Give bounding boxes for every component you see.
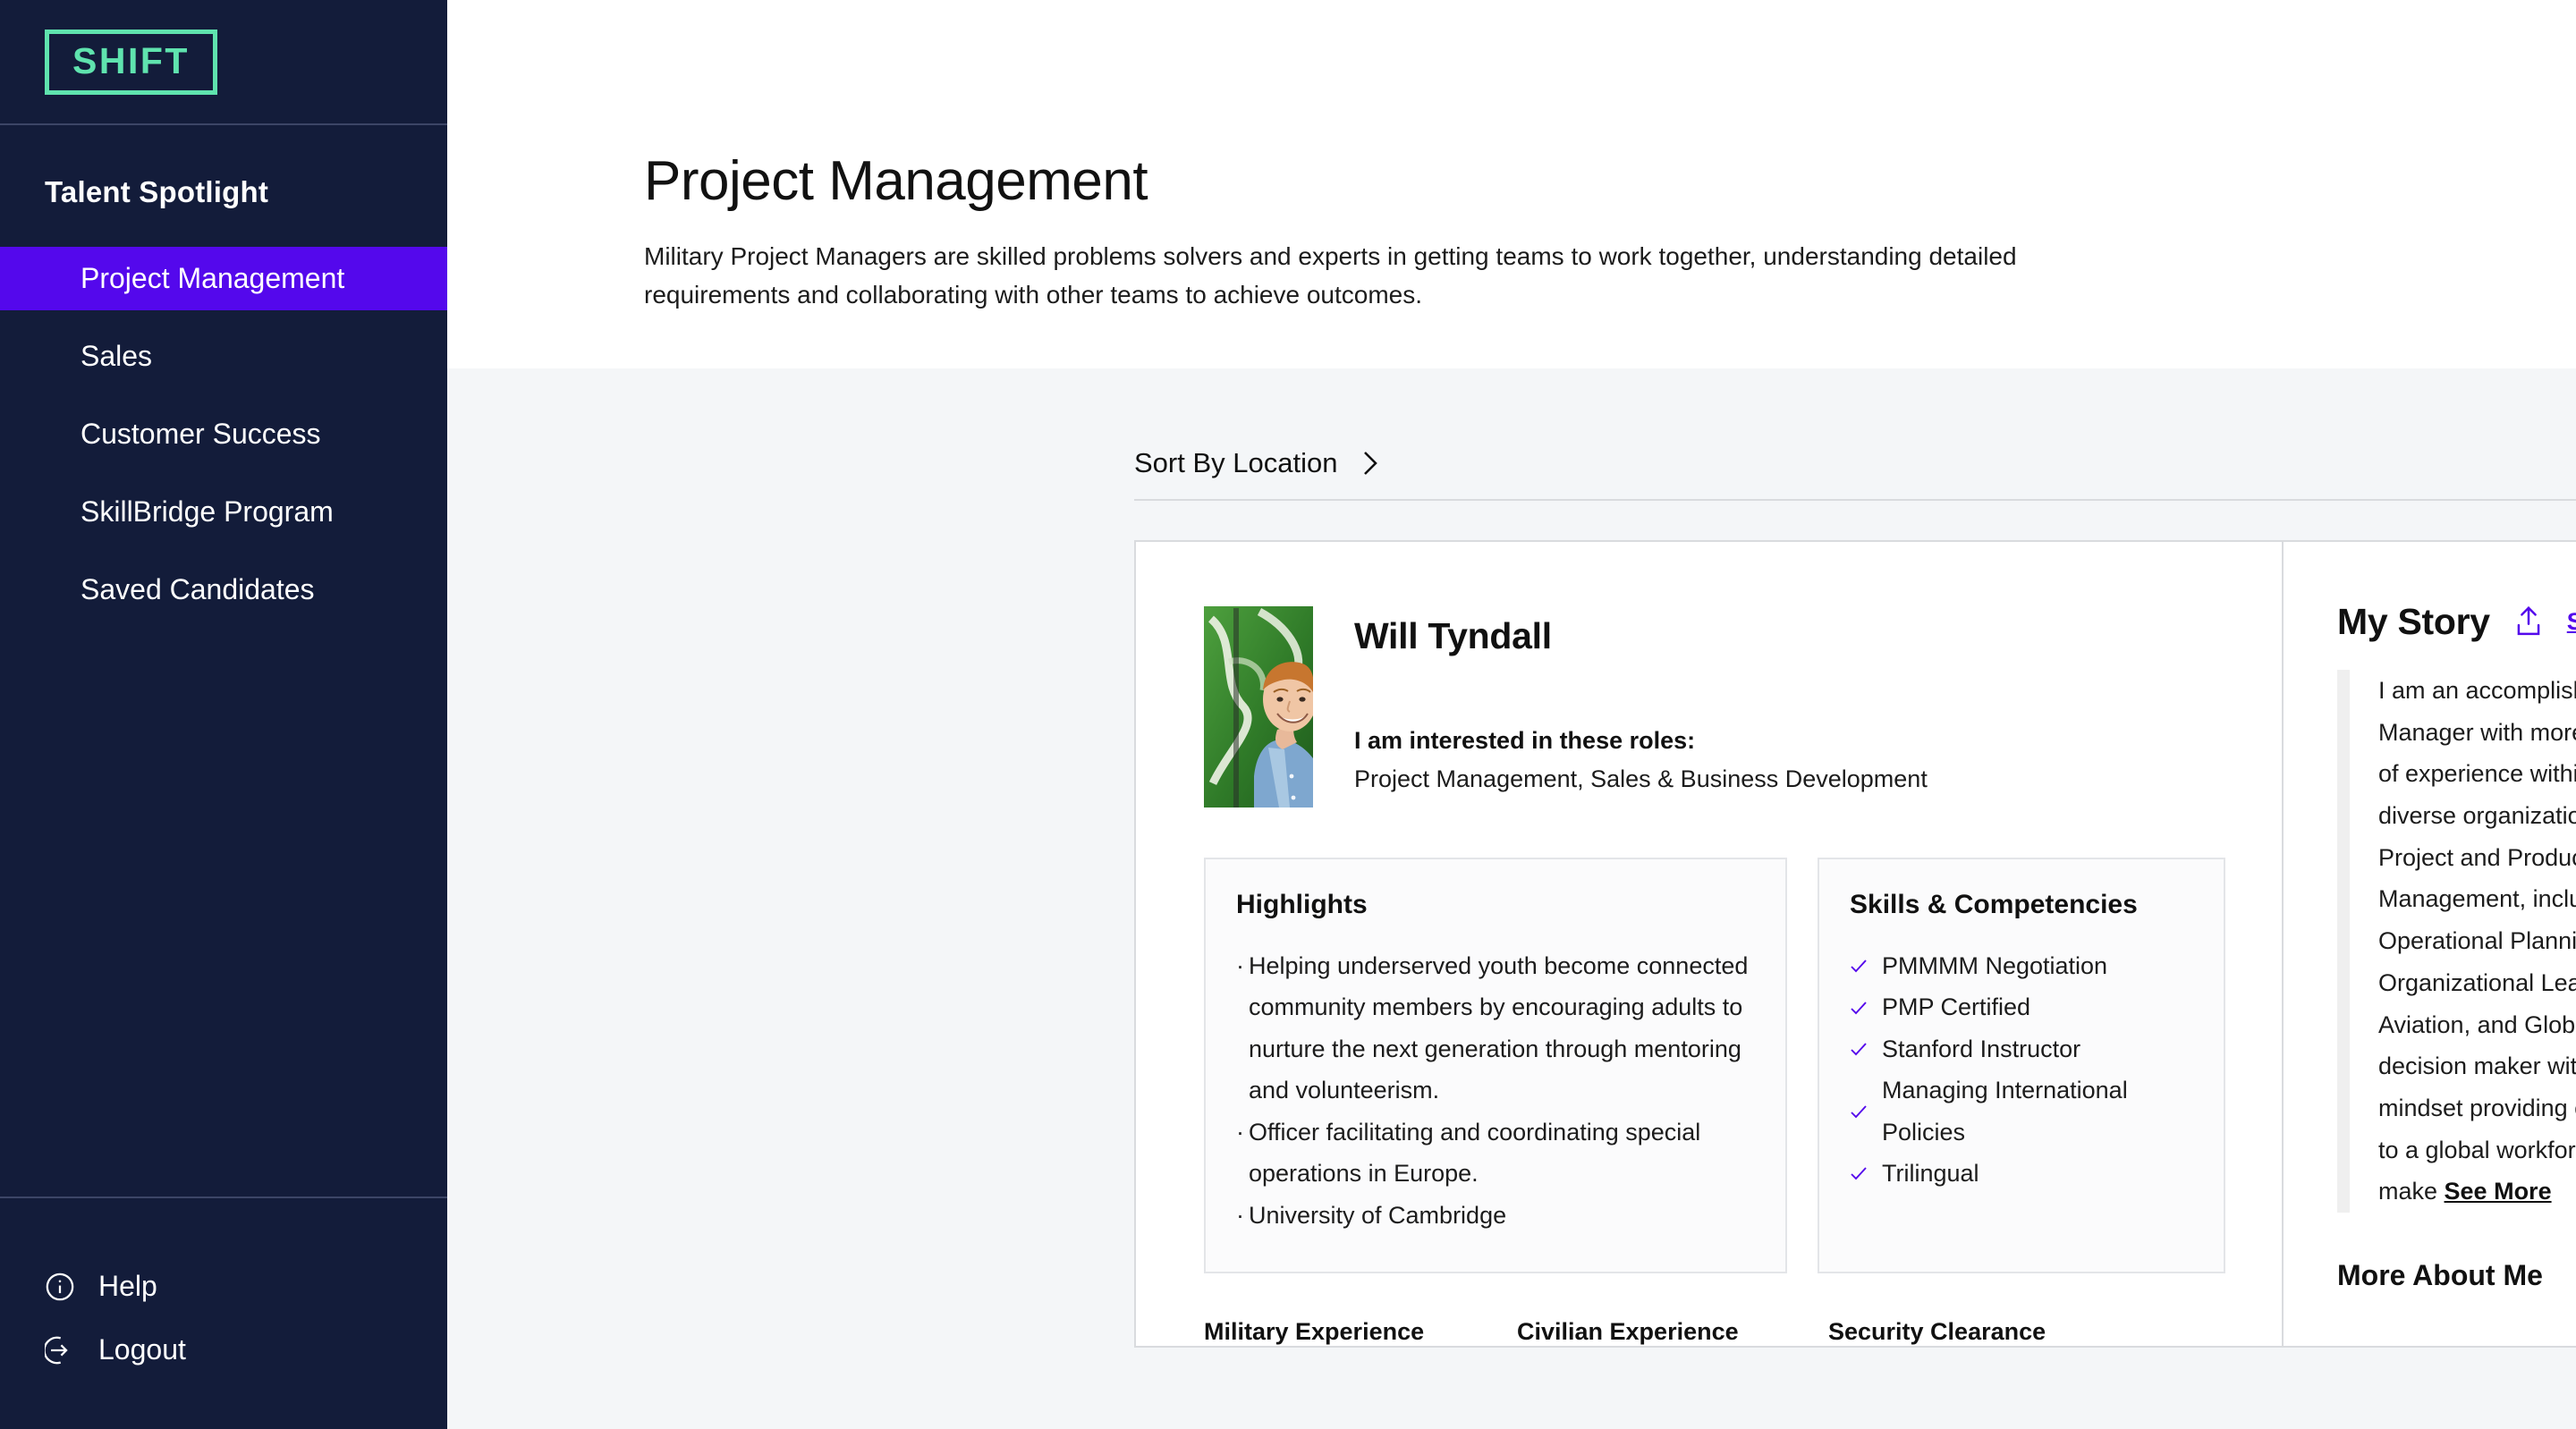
logout-label: Logout	[98, 1333, 186, 1366]
logo-block: SHIFT	[0, 0, 447, 125]
sidebar-footer: Help Logout	[0, 1196, 447, 1429]
list-item: Trilingual	[1850, 1153, 2190, 1194]
app-root: SHIFT Talent Spotlight Project Managemen…	[0, 0, 2576, 1429]
check-icon	[1850, 1164, 1868, 1182]
experience-columns: Military Experience Civilian Experience …	[1204, 1318, 2228, 1346]
bullet-dot-icon: ·	[1236, 951, 1244, 979]
my-story-text-wrapper: I am an accomplished Project Manager wit…	[2378, 670, 2576, 1213]
content-area: Sort By Location Will Tyndall I am inter…	[447, 368, 2576, 1429]
list-item: · Helping underserved youth become conne…	[1236, 945, 1751, 1112]
profile-header: Will Tyndall I am interested in these ro…	[1204, 605, 2228, 808]
sidebar-item-saved-candidates[interactable]: Saved Candidates	[0, 558, 447, 621]
list-item: Stanford Instructor	[1850, 1028, 2190, 1070]
roles-value: Project Management, Sales & Business Dev…	[1354, 765, 1928, 792]
military-experience-header: Military Experience	[1204, 1317, 1425, 1345]
help-label: Help	[98, 1270, 157, 1302]
panels-row: Highlights · Helping underserved youth b…	[1204, 857, 2228, 1273]
check-icon	[1850, 1103, 1868, 1120]
page-description: Military Project Managers are skilled pr…	[644, 242, 2017, 309]
skills-list: PMMMM Negotiation PMP Certified Stanford…	[1850, 945, 2190, 1195]
avatar	[1204, 605, 1313, 808]
security-clearance-column: Security Clearance	[1828, 1318, 2150, 1346]
check-icon	[1850, 1040, 1868, 1058]
bullet-dot-icon: ·	[1236, 1201, 1244, 1229]
security-clearance-header: Security Clearance	[1828, 1317, 2046, 1345]
logout-arrow-icon	[45, 1335, 75, 1366]
sidebar-item-project-management[interactable]: Project Management	[0, 247, 447, 310]
roles-label: I am interested in these roles:	[1354, 726, 1696, 754]
page-title: Project Management	[644, 150, 1148, 212]
candidate-card: Will Tyndall I am interested in these ro…	[1134, 539, 2576, 1348]
skill-text: Managing International Policies	[1882, 1077, 2128, 1146]
share-upload-icon[interactable]	[2513, 605, 2544, 638]
sidebar-item-sales[interactable]: Sales	[0, 325, 447, 388]
page-header: Project Management Military Project Mana…	[447, 0, 2576, 368]
logo-text: SHIFT	[72, 39, 190, 81]
info-circle-icon	[45, 1272, 75, 1302]
list-item: PMMMM Negotiation	[1850, 945, 2190, 986]
my-story-title: My Story	[2337, 600, 2490, 642]
check-icon	[1850, 957, 1868, 975]
highlight-text: Officer facilitating and coordinating sp…	[1249, 1118, 1701, 1188]
my-story-header: My Story Share	[2337, 601, 2576, 643]
my-story-text: I am an accomplished Project Manager wit…	[2378, 676, 2576, 1205]
sidebar-item-skillbridge-program[interactable]: SkillBridge Program	[0, 480, 447, 544]
help-button[interactable]: Help	[45, 1261, 447, 1312]
my-story-panel: My Story Share I am an accomplished Proj…	[2282, 541, 2576, 1346]
see-more-link[interactable]: See More	[2445, 1178, 2552, 1205]
skill-text: PMMMM Negotiation	[1882, 951, 2108, 979]
list-item: PMP Certified	[1850, 986, 2190, 1027]
sidebar-nav-list: Project Management Sales Customer Succes…	[0, 247, 447, 621]
skills-panel: Skills & Competencies PMMMM Negotiation	[1818, 857, 2225, 1273]
sort-by-location-label: Sort By Location	[1134, 446, 1338, 478]
sidebar-item-customer-success[interactable]: Customer Success	[0, 402, 447, 466]
highlights-panel: Highlights · Helping underserved youth b…	[1204, 857, 1787, 1273]
chevron-right-icon[interactable]	[1362, 450, 1378, 477]
civilian-experience-column: Civilian Experience	[1517, 1318, 1828, 1346]
more-about-me-heading: More About Me	[2337, 1259, 2543, 1292]
highlight-text: University of Cambridge	[1249, 1201, 1507, 1229]
sidebar-section-title: Talent Spotlight	[45, 175, 269, 208]
share-button[interactable]: Share	[2567, 608, 2576, 636]
skill-text: Stanford Instructor	[1882, 1035, 2081, 1062]
civilian-experience-header: Civilian Experience	[1517, 1317, 1739, 1345]
sort-by-location-control[interactable]: Sort By Location	[1134, 447, 2576, 501]
skills-title: Skills & Competencies	[1850, 889, 2138, 919]
check-icon	[1850, 999, 1868, 1017]
bullet-dot-icon: ·	[1236, 1118, 1244, 1146]
candidate-details: Will Tyndall I am interested in these ro…	[1136, 542, 2282, 1346]
military-experience-column: Military Experience	[1204, 1318, 1517, 1346]
candidate-name: Will Tyndall	[1354, 614, 1552, 656]
logout-button[interactable]: Logout	[45, 1324, 447, 1375]
main-content: Project Management Military Project Mana…	[447, 0, 2576, 1429]
skill-text: Trilingual	[1882, 1160, 1979, 1188]
list-item: · University of Cambridge	[1236, 1195, 1751, 1236]
highlights-list: · Helping underserved youth become conne…	[1236, 945, 1751, 1236]
profile-meta: Will Tyndall I am interested in these ro…	[1354, 606, 1928, 808]
my-story-body: I am an accomplished Project Manager wit…	[2337, 669, 2576, 1213]
shift-logo[interactable]: SHIFT	[45, 29, 217, 95]
highlight-text: Helping underserved youth become connect…	[1249, 951, 1749, 1104]
skill-text: PMP Certified	[1882, 994, 2031, 1021]
highlights-title: Highlights	[1236, 889, 1368, 919]
sidebar: SHIFT Talent Spotlight Project Managemen…	[0, 0, 447, 1429]
list-item: · Officer facilitating and coordinating …	[1236, 1112, 1751, 1195]
list-item: Managing International Policies	[1850, 1070, 2190, 1153]
